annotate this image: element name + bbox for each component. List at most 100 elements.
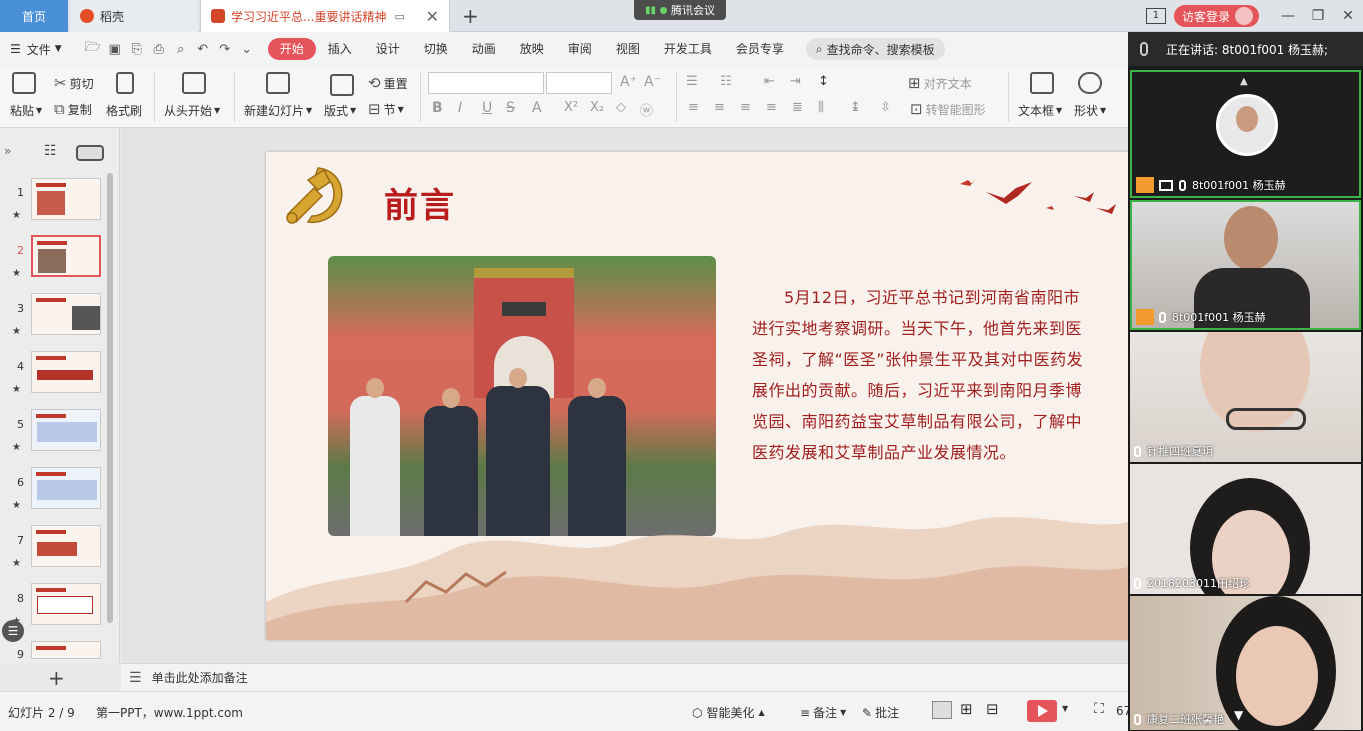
meeting-badge[interactable]: ▮▮ 腾讯会议	[634, 0, 726, 20]
slide-thumbnail-6[interactable]	[31, 467, 101, 509]
indent-increase-icon[interactable]: ⇥	[790, 74, 801, 89]
menu-transition[interactable]: 切换	[412, 38, 460, 60]
menu-slideshow[interactable]: 放映	[508, 38, 556, 60]
slide-title[interactable]: 前言	[384, 178, 456, 227]
preview-icon[interactable]: ⌕	[170, 42, 192, 57]
from-start-button[interactable]: 从头开始 ▼	[164, 102, 220, 119]
outline-view-icon[interactable]: ☷	[44, 143, 57, 159]
shape-icon[interactable]	[1078, 72, 1102, 94]
close-icon[interactable]: ✕	[426, 7, 439, 26]
add-slide-icon[interactable]: +	[48, 666, 65, 690]
tab-document[interactable]: 学习习近平总...重要讲话精神 ▭ ✕	[200, 0, 450, 32]
slide-thumbnail-1[interactable]	[31, 178, 101, 220]
tab-daoke[interactable]: 稻壳	[70, 0, 198, 32]
slide-thumbnail-5[interactable]	[31, 409, 101, 451]
new-slide-icon[interactable]	[266, 72, 290, 94]
reading-view-icon[interactable]: ⊟	[986, 700, 999, 718]
paste-button[interactable]: 粘贴 ▼	[10, 102, 42, 119]
slide-body-text[interactable]: 5月12日，习近平总书记到河南省南阳市进行实地考察调研。当天下午，他首先来到医圣…	[752, 282, 1092, 468]
indent-decrease-icon[interactable]: ⇤	[764, 74, 775, 89]
textbox-button[interactable]: 文本框 ▼	[1018, 102, 1062, 119]
align-text-button[interactable]: ⊞ 对齐文本	[908, 74, 972, 92]
slide-thumbnail-8[interactable]	[31, 583, 101, 625]
command-search[interactable]: ⌕ 查找命令、搜索模板	[805, 38, 945, 60]
chevron-down-icon[interactable]: ▼	[1234, 708, 1243, 722]
menu-review[interactable]: 审阅	[556, 38, 604, 60]
numbering-icon[interactable]: ☷	[720, 74, 732, 89]
font-family-select[interactable]	[428, 72, 544, 94]
tab-home[interactable]: 首页	[0, 0, 68, 32]
customize-icon[interactable]: ⌄	[236, 42, 258, 57]
normal-view-icon[interactable]	[932, 701, 952, 719]
video-tile[interactable]: ▼ 康复二班张馨艳	[1130, 596, 1361, 730]
reset-button[interactable]: ⟲ 重置	[368, 74, 408, 92]
new-slide-button[interactable]: 新建幻灯片 ▼	[244, 102, 312, 119]
menu-developer[interactable]: 开发工具	[652, 38, 724, 60]
font-shrink-icon[interactable]: A⁻	[644, 74, 661, 90]
video-tile[interactable]: 8t001f001 杨玉赫	[1130, 200, 1361, 330]
smart-beautify-button[interactable]: ⬡ 智能美化 ▲	[692, 704, 765, 721]
sort-icon[interactable]: ↕	[818, 74, 829, 89]
layout-button[interactable]: 版式 ▼	[324, 102, 356, 119]
undo-icon[interactable]: ↶	[192, 42, 214, 57]
paste-icon[interactable]	[12, 72, 36, 94]
thumbnail-view-icon[interactable]	[76, 145, 104, 161]
play-options-icon[interactable]: ▼	[1062, 704, 1068, 713]
smart-shape-button[interactable]: ⊡ 转智能图形	[910, 100, 986, 118]
video-tile[interactable]: 2018203011田绍珍	[1130, 464, 1361, 594]
align-right-icon[interactable]: ≡	[740, 100, 751, 115]
list-toggle-icon[interactable]: ☰	[2, 620, 24, 642]
play-slideshow-button[interactable]	[1027, 700, 1057, 722]
video-tile[interactable]: 针推四班夏玥	[1130, 332, 1361, 462]
line-spacing-icon[interactable]: ↨	[850, 100, 861, 115]
font-grow-icon[interactable]: A⁺	[620, 74, 637, 90]
sorter-view-icon[interactable]: ⊞	[960, 700, 973, 718]
menu-insert[interactable]: 插入	[316, 38, 364, 60]
login-button[interactable]: 访客登录	[1173, 5, 1259, 27]
add-tab-icon[interactable]: +	[462, 4, 479, 28]
menu-home[interactable]: 开始	[267, 38, 316, 60]
textbox-icon[interactable]	[1030, 72, 1054, 94]
notes-area[interactable]: ☰ 单击此处添加备注	[121, 663, 1128, 691]
align-center-icon[interactable]: ≡	[714, 100, 725, 115]
bold-icon[interactable]: B	[432, 100, 443, 116]
brush-icon[interactable]	[116, 72, 134, 94]
thumbnail-scrollbar[interactable]	[107, 173, 113, 623]
file-menu[interactable]: ☰ 文件 ▼	[10, 41, 62, 58]
shape-button[interactable]: 形状 ▼	[1074, 102, 1106, 119]
minimize-icon[interactable]: —	[1273, 8, 1303, 24]
export-icon[interactable]: ⎘	[126, 42, 148, 57]
collapse-icon[interactable]: »	[4, 144, 11, 158]
window-icon[interactable]: ▭	[394, 10, 404, 23]
copy-button[interactable]: ⧉ 复制	[54, 100, 92, 118]
slide-thumbnail-9[interactable]	[31, 641, 101, 659]
slideshow-icon[interactable]	[182, 72, 206, 94]
text-direction-icon[interactable]: ⇳	[880, 100, 891, 115]
menu-animation[interactable]: 动画	[460, 38, 508, 60]
slide-thumbnail-3[interactable]	[31, 293, 101, 335]
cut-button[interactable]: ✂ 剪切	[54, 74, 94, 92]
eraser-icon[interactable]: ◇	[616, 100, 626, 115]
chevron-up-icon[interactable]: ▲	[1240, 76, 1248, 87]
underline-icon[interactable]: U	[482, 100, 492, 116]
redo-icon[interactable]: ↷	[214, 42, 236, 57]
slide-thumbnail-4[interactable]	[31, 351, 101, 393]
slide-thumbnail-2[interactable]	[31, 235, 101, 277]
layout-icon[interactable]	[330, 74, 354, 96]
print-icon[interactable]: ⎙	[148, 42, 170, 57]
menu-design[interactable]: 设计	[364, 38, 412, 60]
italic-icon[interactable]: I	[458, 100, 462, 116]
comments-button[interactable]: ✎ 批注	[862, 704, 899, 721]
restore-icon[interactable]: ❐	[1303, 8, 1333, 24]
font-color-icon[interactable]: A	[532, 100, 542, 116]
bullets-icon[interactable]: ☰	[686, 74, 698, 89]
columns-icon[interactable]: ⫼	[818, 100, 824, 115]
notes-button[interactable]: ≡ 备注 ▼	[800, 704, 846, 721]
window-close-icon[interactable]: ✕	[1333, 8, 1363, 24]
fit-window-icon[interactable]: ⛶	[1094, 701, 1104, 717]
slide[interactable]: 前言 5月12日，习近平总书记到河南省南阳市进行实地考察调研。当天下午，他首先来…	[266, 152, 1128, 640]
justify-icon[interactable]: ≡	[766, 100, 777, 115]
superscript-icon[interactable]: X²	[564, 100, 578, 115]
video-tile[interactable]: ▲ 8t001f001 杨玉赫	[1130, 70, 1361, 198]
menu-view[interactable]: 视图	[604, 38, 652, 60]
